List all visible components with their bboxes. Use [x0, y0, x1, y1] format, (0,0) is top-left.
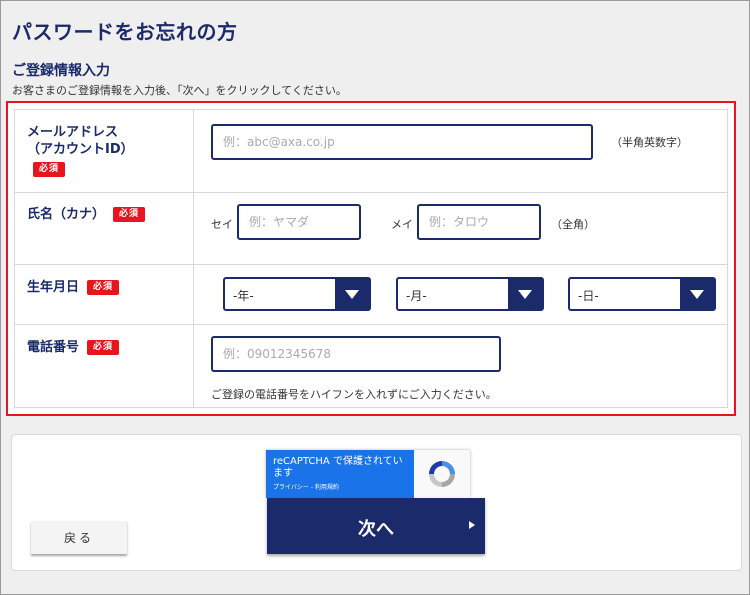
section-title: ご登録情報入力 [12, 63, 110, 79]
chevron-down-icon [680, 279, 714, 309]
phone-note: ご登録の電話番号をハイフンを入れずにご入力ください。 [211, 388, 497, 401]
recaptcha-links[interactable]: プライバシー - 利用規約 [273, 484, 339, 492]
phone-row: 電話番号 必須 ご登録の電話番号をハイフンを入れずにご入力ください。 [15, 324, 727, 408]
recaptcha-info: reCAPTCHA で保護されています プライバシー - 利用規約 [266, 450, 414, 498]
birthdate-label: 生年月日 [27, 280, 80, 295]
month-select-value: -月- [406, 289, 427, 303]
email-row: メールアドレス （アカウントID） 必須 （半角英数字） [15, 110, 727, 193]
day-select-value: -日- [578, 289, 599, 303]
registration-form: メールアドレス （アカウントID） 必須 （半角英数字） 氏名（カナ） 必須 セ… [6, 101, 736, 416]
email-label-cell: メールアドレス （アカウントID） 必須 [15, 110, 194, 192]
day-select[interactable]: -日- [568, 277, 716, 311]
form-table: メールアドレス （アカウントID） 必須 （半角英数字） 氏名（カナ） 必須 セ… [14, 109, 728, 408]
name-row: 氏名（カナ） 必須 セイ メイ （全角） [15, 192, 727, 265]
birthdate-row: 生年月日 必須 -年- -月- -日- [15, 264, 727, 325]
phone-label-cell: 電話番号 必須 [15, 324, 194, 408]
next-button-label: 次へ [358, 519, 394, 540]
phone-required-badge: 必須 [87, 340, 120, 355]
instruction-text: お客さまのご登録情報を入力後、「次へ」をクリックしてください。 [12, 84, 347, 97]
email-label-line2: （アカウントID） [27, 142, 134, 157]
email-input[interactable] [211, 124, 593, 160]
mei-label: メイ [391, 218, 413, 231]
name-required-badge: 必須 [113, 207, 146, 222]
year-select[interactable]: -年- [223, 277, 371, 311]
recaptcha-badge[interactable]: reCAPTCHA で保護されています プライバシー - 利用規約 [266, 450, 470, 498]
chevron-down-icon [508, 279, 542, 309]
birthdate-required-badge: 必須 [87, 280, 120, 295]
sei-input[interactable] [237, 204, 361, 240]
email-label-line1: メールアドレス [27, 125, 119, 140]
next-button[interactable]: 次へ [267, 498, 485, 554]
page-title: パスワードをお忘れの方 [12, 20, 238, 44]
mei-input[interactable] [417, 204, 541, 240]
email-note: （半角英数字） [611, 136, 688, 149]
recaptcha-title: reCAPTCHA で保護されています [273, 456, 403, 479]
phone-input[interactable] [211, 336, 501, 372]
back-button[interactable]: 戻る [31, 521, 127, 554]
email-required-badge: 必須 [33, 162, 66, 177]
chevron-down-icon [335, 279, 369, 309]
recaptcha-logo-icon [429, 461, 455, 487]
arrow-right-icon [469, 521, 475, 529]
name-note: （全角） [551, 218, 595, 231]
name-label-cell: 氏名（カナ） 必須 [15, 192, 194, 264]
phone-label: 電話番号 [27, 340, 80, 355]
year-select-value: -年- [233, 289, 254, 303]
month-select[interactable]: -月- [396, 277, 544, 311]
name-label: 氏名（カナ） [27, 207, 106, 222]
sei-label: セイ [211, 218, 233, 231]
email-label: メールアドレス （アカウントID） [27, 124, 134, 158]
birthdate-label-cell: 生年月日 必須 [15, 264, 194, 324]
